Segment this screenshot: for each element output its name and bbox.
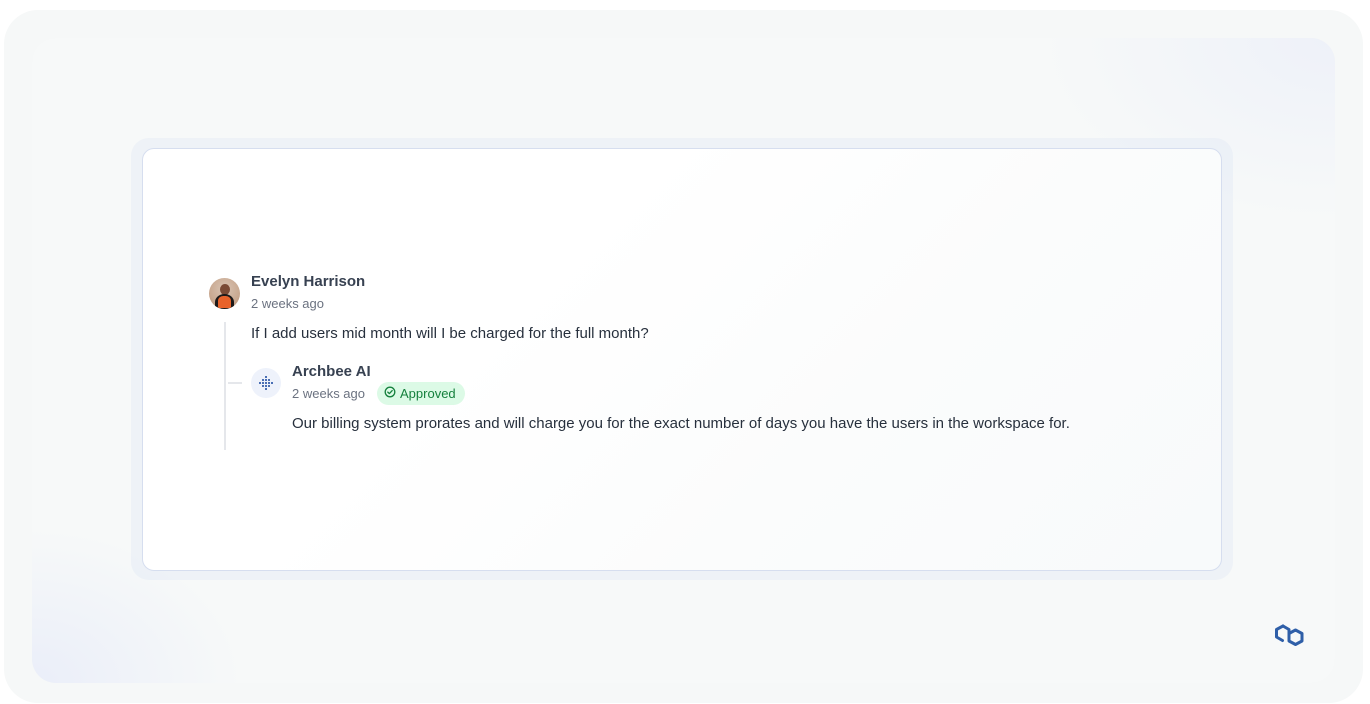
- reply-author: Archbee AI: [292, 363, 371, 380]
- approved-badge: Approved: [377, 382, 465, 405]
- check-circle-icon: [384, 386, 396, 401]
- comment-card: Evelyn Harrison 2 weeks ago If I add use…: [142, 148, 1222, 571]
- comment-text: If I add users mid month will I be charg…: [251, 325, 649, 342]
- archbee-logo-icon: [1272, 622, 1308, 654]
- archbee-ai-icon: [251, 368, 281, 398]
- reply-text: Our billing system prorates and will cha…: [292, 415, 1070, 432]
- reply-time: 2 weeks ago: [292, 386, 365, 401]
- thread-branch-line: [228, 382, 242, 384]
- thread-line: [224, 322, 226, 450]
- comment-time: 2 weeks ago: [251, 296, 324, 311]
- comment-author[interactable]: Evelyn Harrison: [251, 273, 365, 290]
- avatar-vest: [218, 296, 231, 308]
- badge-label: Approved: [400, 386, 456, 401]
- user-avatar[interactable]: [209, 278, 240, 309]
